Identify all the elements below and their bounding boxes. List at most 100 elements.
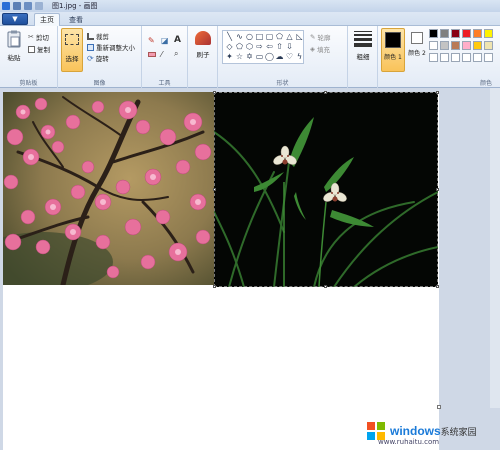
palette-swatch[interactable] — [473, 53, 482, 62]
triangle-shape-icon[interactable]: △ — [285, 33, 294, 41]
palette-swatch[interactable] — [462, 41, 471, 50]
curve-shape-icon[interactable]: ∿ — [235, 33, 244, 41]
lightning-shape-icon[interactable]: ϟ — [295, 53, 304, 61]
polygon-shape-icon[interactable]: ⬠ — [275, 33, 284, 41]
text-tool-icon[interactable]: A — [174, 35, 181, 45]
right-triangle-shape-icon[interactable]: ◺ — [295, 33, 304, 41]
undo-icon[interactable] — [24, 2, 32, 10]
five-point-star-shape-icon[interactable]: ☆ — [235, 53, 244, 61]
selection-handle-top-right[interactable] — [436, 91, 439, 94]
fill-icon: ◈ — [310, 45, 315, 53]
hexagon-shape-icon[interactable]: ⬡ — [245, 43, 254, 51]
palette-swatch[interactable] — [473, 41, 482, 50]
watermark-brand-suffix: 系统家园 — [440, 427, 477, 437]
paste-button[interactable]: 粘贴 — [4, 30, 24, 66]
cut-button[interactable]: ✂ 剪切 — [28, 32, 49, 42]
right-arrow-shape-icon[interactable]: ⇨ — [255, 43, 264, 51]
color1-swatch — [385, 32, 401, 48]
vertical-scrollbar[interactable] — [490, 88, 500, 408]
select-label: 选择 — [65, 55, 79, 63]
palette-swatch[interactable] — [451, 53, 460, 62]
color-picker-icon[interactable]: ⁄ — [161, 50, 162, 59]
palette-swatch[interactable] — [429, 41, 438, 50]
down-arrow-shape-icon[interactable]: ⇩ — [285, 43, 294, 51]
outline-label: 轮廓 — [317, 34, 331, 42]
selection-handle-bottom-mid[interactable] — [324, 285, 327, 288]
palette-swatch[interactable] — [462, 29, 471, 38]
magnifier-icon[interactable]: ⌕ — [174, 49, 178, 59]
palette-swatch[interactable] — [429, 53, 438, 62]
resize-icon — [87, 43, 94, 51]
shapes-gallery[interactable]: ╲ ∿ ○ □ ▢ ⬠ △ ◺ ◇ ⬠ ⬡ ⇨ ⇦ ⇧ ⇩ ✦ ☆ ✡ ▭ ◯ … — [222, 30, 304, 64]
six-point-star-shape-icon[interactable]: ✡ — [245, 53, 254, 61]
rotate-button[interactable]: ⟳ 旋转 — [87, 53, 109, 64]
scissors-icon: ✂ — [28, 33, 34, 41]
left-arrow-shape-icon[interactable]: ⇦ — [265, 43, 274, 51]
callout-cloud-shape-icon[interactable]: ☁ — [275, 53, 284, 61]
up-arrow-shape-icon[interactable]: ⇧ — [275, 43, 284, 51]
image-group-label: 图像 — [93, 80, 106, 87]
fill-label: 填充 — [317, 46, 330, 54]
tools-group-label: 工具 — [158, 80, 171, 87]
shape-fill-button[interactable]: ◈ 填充 — [310, 44, 330, 54]
palette-swatch[interactable] — [484, 29, 493, 38]
selection-handle-mid-left[interactable] — [213, 188, 216, 191]
select-rectangle-icon — [65, 34, 79, 45]
selection-handle-mid-right[interactable] — [436, 188, 439, 191]
drawing-canvas[interactable] — [3, 91, 439, 450]
brushes-button[interactable]: 刷子 — [192, 29, 214, 71]
palette-swatch[interactable] — [462, 53, 471, 62]
workspace — [0, 88, 500, 450]
pentagon-shape-icon[interactable]: ⬠ — [235, 43, 244, 51]
palette-swatch[interactable] — [484, 41, 493, 50]
image-group: 选择 裁剪 重新调整大小 ⟳ 旋转 图像 — [58, 26, 142, 88]
callout-oval-shape-icon[interactable]: ◯ — [265, 53, 274, 61]
palette-swatch[interactable] — [484, 53, 493, 62]
orchid-picture — [214, 92, 438, 287]
save-icon[interactable] — [13, 2, 21, 10]
color1-button[interactable]: 颜色 1 — [381, 28, 405, 72]
selection-handle-top-left[interactable] — [213, 91, 216, 94]
line-shape-icon[interactable]: ╲ — [225, 33, 234, 41]
rounded-rectangle-shape-icon[interactable]: ▢ — [265, 33, 274, 41]
canvas-resize-handle[interactable] — [437, 405, 441, 409]
eraser-icon[interactable] — [148, 52, 156, 57]
copy-button[interactable]: 复制 — [28, 44, 50, 54]
size-button[interactable]: 粗细 — [352, 30, 374, 70]
paint-app-icon[interactable] — [2, 2, 10, 10]
palette-swatch[interactable] — [440, 29, 449, 38]
fill-bucket-icon[interactable]: ◪ — [161, 36, 169, 45]
redo-icon[interactable] — [35, 2, 43, 10]
color2-button[interactable]: 颜色 2 — [408, 30, 426, 70]
heart-shape-icon[interactable]: ♡ — [285, 53, 294, 61]
brushes-label: 刷子 — [196, 51, 210, 59]
tab-view[interactable]: 查看 — [63, 13, 89, 26]
palette-swatch[interactable] — [473, 29, 482, 38]
palette-swatch[interactable] — [451, 29, 460, 38]
pencil-icon[interactable]: ✎ — [148, 36, 155, 45]
callout-rect-shape-icon[interactable]: ▭ — [255, 53, 264, 61]
selection-handle-bottom-right[interactable] — [436, 285, 439, 288]
oval-shape-icon[interactable]: ○ — [245, 33, 254, 41]
selection-handle-bottom-left[interactable] — [213, 285, 216, 288]
title-bar: 图1.jpg - 画图 — [0, 0, 500, 12]
diamond-shape-icon[interactable]: ◇ — [225, 43, 234, 51]
ribbon: 粘贴 ✂ 剪切 复制 剪贴板 选择 裁剪 重新调整大小 ⟳ 旋转 图像 ✎ ◪ … — [0, 26, 500, 88]
selection-handle-top-mid[interactable] — [324, 91, 327, 94]
select-button[interactable]: 选择 — [61, 28, 83, 72]
palette-swatch[interactable] — [440, 53, 449, 62]
palette-swatch[interactable] — [429, 29, 438, 38]
color-palette — [429, 29, 499, 69]
palette-swatch[interactable] — [451, 41, 460, 50]
shape-outline-button[interactable]: ✎ 轮廓 — [310, 32, 330, 42]
brushes-group: 刷子 — [188, 26, 218, 88]
clipboard-group-label: 剪贴板 — [19, 80, 38, 87]
rectangle-shape-icon[interactable]: □ — [255, 33, 264, 41]
tools-group: ✎ ◪ A ⁄ ⌕ 工具 — [142, 26, 188, 88]
tab-home[interactable]: 主页 — [34, 13, 60, 26]
four-point-star-shape-icon[interactable]: ✦ — [225, 53, 234, 61]
palette-swatch[interactable] — [440, 41, 449, 50]
resize-button[interactable]: 重新调整大小 — [87, 42, 135, 52]
crop-button[interactable]: 裁剪 — [87, 31, 109, 41]
paint-menu-button[interactable]: ▼ — [2, 13, 28, 25]
